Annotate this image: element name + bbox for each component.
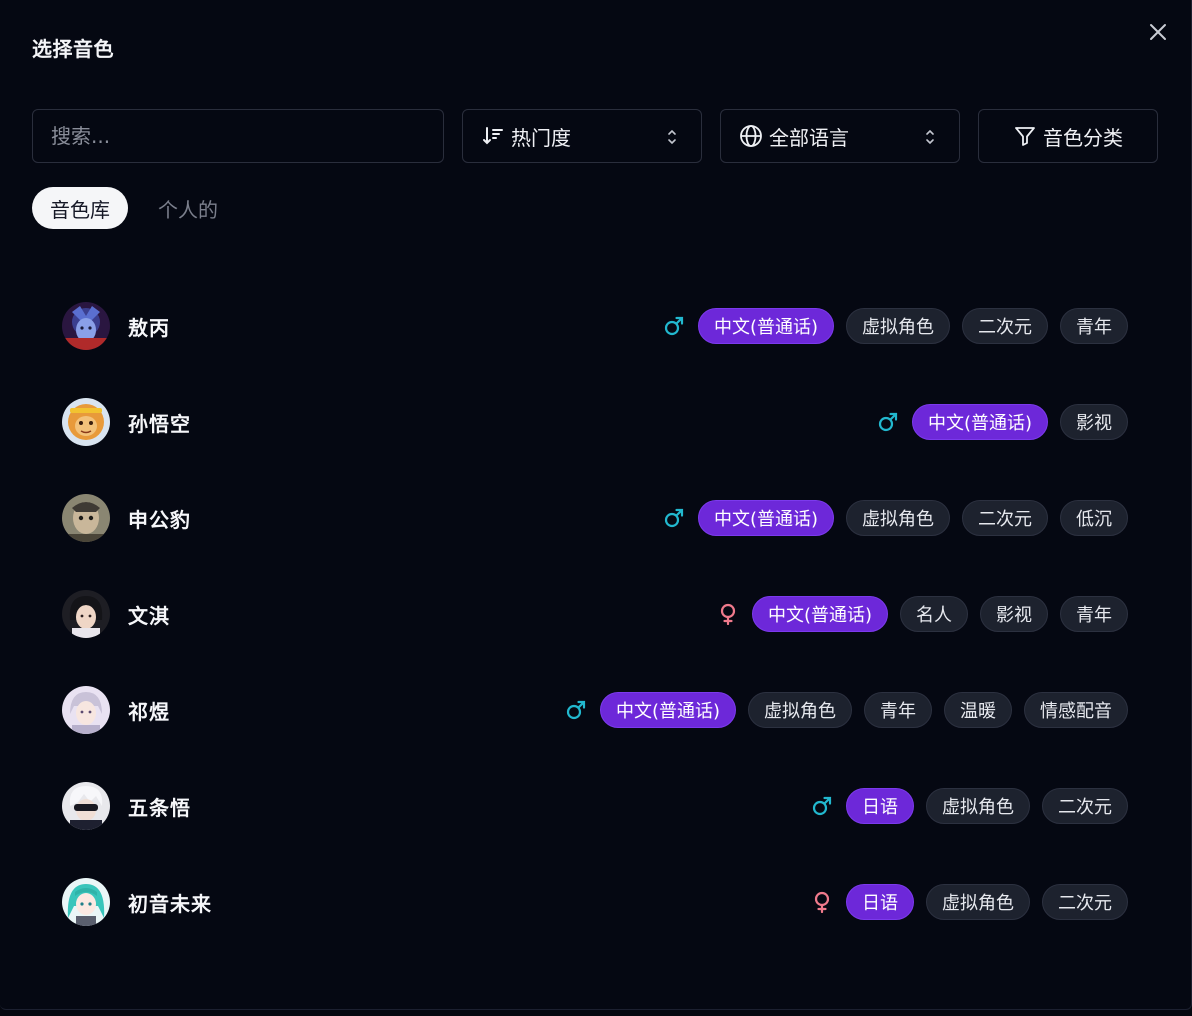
language-tag: 中文(普通话) xyxy=(697,308,834,344)
voice-row[interactable]: 申公豹 中文(普通话) 虚拟角色 二次元 低沉 xyxy=(62,470,1128,566)
category-tag: 低沉 xyxy=(1060,500,1128,536)
voice-tags: 中文(普通话) 影视 xyxy=(876,404,1128,440)
search-box xyxy=(32,109,444,163)
voice-name: 敖丙 xyxy=(128,315,170,340)
voice-row[interactable]: 初音未来 日语 虚拟角色 二次元 xyxy=(62,854,1128,950)
voice-tags: 日语 虚拟角色 二次元 xyxy=(810,884,1128,920)
female-icon xyxy=(810,890,834,914)
category-tag: 虚拟角色 xyxy=(846,500,950,536)
category-tag: 情感配音 xyxy=(1024,692,1128,728)
category-tag: 影视 xyxy=(980,596,1048,632)
language-tag: 日语 xyxy=(846,788,914,824)
avatar xyxy=(62,590,110,638)
male-icon xyxy=(564,698,588,722)
voice-tags: 日语 虚拟角色 二次元 xyxy=(810,788,1128,824)
tab-voice-library[interactable]: 音色库 xyxy=(32,187,128,229)
category-tag: 二次元 xyxy=(1042,788,1128,824)
category-tag: 虚拟角色 xyxy=(926,884,1030,920)
voice-list: 敖丙 中文(普通话) 虚拟角色 二次元 青年 孙悟空 中文(普通话) 影视 申公豹 中文(普通话)… xyxy=(62,278,1128,950)
category-tag: 虚拟角色 xyxy=(748,692,852,728)
voice-tags: 中文(普通话) 虚拟角色 青年 温暖 情感配音 xyxy=(564,692,1128,728)
female-icon xyxy=(716,602,740,626)
voice-name: 孙悟空 xyxy=(128,411,191,436)
voice-tags: 中文(普通话) 虚拟角色 二次元 低沉 xyxy=(662,500,1128,536)
voice-row[interactable]: 文淇 中文(普通话) 名人 影视 青年 xyxy=(62,566,1128,662)
avatar xyxy=(62,302,110,350)
avatar xyxy=(62,398,110,446)
category-tag: 二次元 xyxy=(962,308,1048,344)
language-label: 全部语言 xyxy=(769,125,849,150)
dialog-title: 选择音色 xyxy=(32,37,114,61)
close-icon[interactable] xyxy=(1146,20,1170,44)
category-tag: 影视 xyxy=(1060,404,1128,440)
voice-row[interactable]: 孙悟空 中文(普通话) 影视 xyxy=(62,374,1128,470)
tab-personal[interactable]: 个人的 xyxy=(140,187,236,229)
search-input[interactable] xyxy=(51,124,425,148)
male-icon xyxy=(662,314,686,338)
voice-select-dialog: 选择音色 热门度 xyxy=(0,0,1192,1010)
voice-name: 初音未来 xyxy=(128,891,212,916)
male-icon xyxy=(876,410,900,434)
voice-row[interactable]: 五条悟 日语 虚拟角色 二次元 xyxy=(62,758,1128,854)
sort-select[interactable]: 热门度 xyxy=(462,109,702,163)
language-tag: 中文(普通话) xyxy=(911,404,1048,440)
category-label: 音色分类 xyxy=(1043,125,1123,150)
category-tag: 青年 xyxy=(1060,596,1128,632)
category-filter-button[interactable]: 音色分类 xyxy=(978,109,1158,163)
category-tag: 二次元 xyxy=(962,500,1048,536)
voice-row[interactable]: 祁煜 中文(普通话) 虚拟角色 青年 温暖 情感配音 xyxy=(62,662,1128,758)
filter-icon xyxy=(1013,124,1037,148)
voice-name: 五条悟 xyxy=(128,795,191,820)
chevron-up-down-icon xyxy=(665,127,679,147)
avatar xyxy=(62,686,110,734)
sort-icon xyxy=(481,124,505,148)
voice-name: 文淇 xyxy=(128,603,170,628)
category-tag: 虚拟角色 xyxy=(926,788,1030,824)
male-icon xyxy=(662,506,686,530)
category-tag: 温暖 xyxy=(944,692,1012,728)
voice-name: 申公豹 xyxy=(128,507,191,532)
avatar xyxy=(62,494,110,542)
language-tag: 中文(普通话) xyxy=(697,500,834,536)
language-tag: 日语 xyxy=(846,884,914,920)
male-icon xyxy=(810,794,834,818)
avatar xyxy=(62,878,110,926)
tab-bar: 音色库 个人的 xyxy=(32,187,236,229)
category-tag: 二次元 xyxy=(1042,884,1128,920)
voice-tags: 中文(普通话) 虚拟角色 二次元 青年 xyxy=(662,308,1128,344)
voice-tags: 中文(普通话) 名人 影视 青年 xyxy=(716,596,1128,632)
globe-icon xyxy=(739,124,763,148)
avatar xyxy=(62,782,110,830)
language-select[interactable]: 全部语言 xyxy=(720,109,960,163)
toolbar: 热门度 全部语言 音色分 xyxy=(0,109,1191,163)
voice-name: 祁煜 xyxy=(128,699,170,724)
voice-row[interactable]: 敖丙 中文(普通话) 虚拟角色 二次元 青年 xyxy=(62,278,1128,374)
category-tag: 青年 xyxy=(864,692,932,728)
chevron-up-down-icon xyxy=(923,127,937,147)
category-tag: 虚拟角色 xyxy=(846,308,950,344)
language-tag: 中文(普通话) xyxy=(751,596,888,632)
category-tag: 名人 xyxy=(900,596,968,632)
language-tag: 中文(普通话) xyxy=(599,692,736,728)
sort-label: 热门度 xyxy=(511,125,571,150)
category-tag: 青年 xyxy=(1060,308,1128,344)
